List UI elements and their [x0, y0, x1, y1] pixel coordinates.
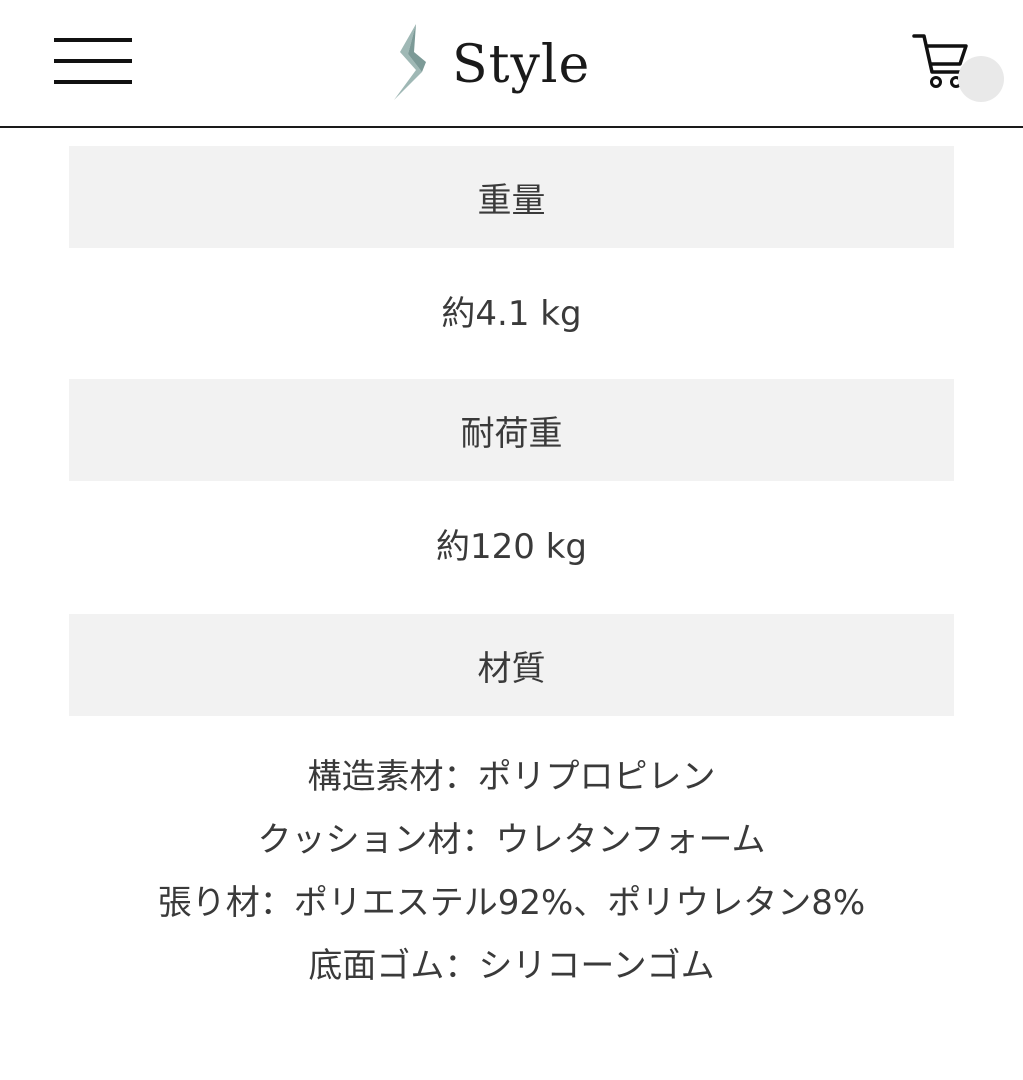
site-header: Style: [0, 0, 1023, 128]
brand-logo[interactable]: Style: [386, 22, 590, 102]
spec-value-load-capacity: 約120 kg: [436, 527, 587, 567]
style-logo-mark-icon: [394, 24, 426, 100]
cart-count-badge: [958, 56, 1004, 102]
spec-label-load-capacity: 耐荷重: [69, 379, 954, 481]
menu-line: [54, 59, 132, 63]
spec-label-weight: 重量: [69, 146, 954, 248]
cart-button[interactable]: [910, 30, 1006, 106]
menu-line: [54, 38, 132, 42]
material-line: 構造素材：ポリプロピレン: [307, 757, 716, 797]
spec-value-material: 構造素材：ポリプロピレン クッション材：ウレタンフォーム 張り材：ポリエステル9…: [69, 752, 954, 1004]
brand-name: Style: [452, 35, 591, 95]
material-line: クッション材：ウレタンフォーム: [257, 820, 766, 860]
material-line: 底面ゴム：シリコーンゴム: [308, 946, 715, 986]
hamburger-menu-icon[interactable]: [54, 38, 134, 88]
material-line: 張り材：ポリエステル92%、ポリウレタン8%: [157, 883, 866, 923]
spec-label-material: 材質: [69, 614, 954, 716]
menu-line: [54, 80, 132, 84]
spec-value-weight: 約4.1 kg: [441, 294, 582, 334]
